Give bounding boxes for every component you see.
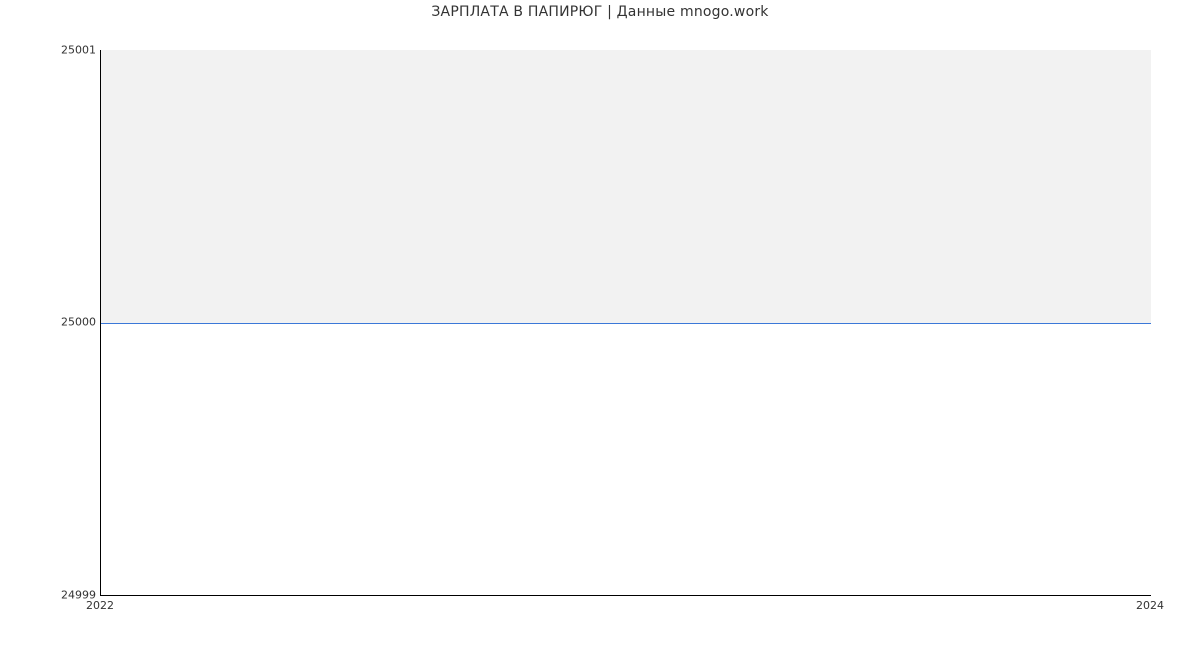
- plot-shade-upper: [101, 50, 1151, 323]
- chart-title: ЗАРПЛАТА В ПАПИРЮГ | Данные mnogo.work: [0, 4, 1200, 20]
- series-line-salary: [101, 323, 1151, 324]
- x-tick-right: 2024: [1136, 600, 1164, 611]
- y-tick-mid: 25000: [61, 317, 96, 328]
- salary-chart: ЗАРПЛАТА В ПАПИРЮГ | Данные mnogo.work 2…: [0, 0, 1200, 650]
- x-tick-left: 2022: [86, 600, 114, 611]
- y-tick-top: 25001: [61, 45, 96, 56]
- plot-area: [100, 50, 1151, 596]
